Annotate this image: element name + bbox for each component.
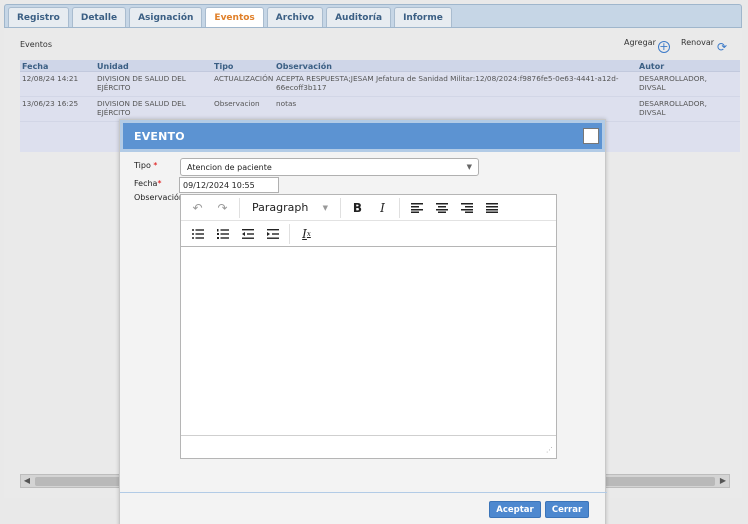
editor-toolbar-row-1: ↶ ↷ Paragraph ▼ B I	[181, 195, 556, 221]
bullet-list-icon[interactable]	[187, 224, 208, 244]
modal-title: EVENTO	[134, 129, 185, 143]
close-icon[interactable]	[583, 128, 599, 144]
tipo-value: Atencion de paciente	[187, 163, 272, 172]
editor-toolbar-row-2: Ix	[181, 221, 556, 247]
close-button[interactable]: Cerrar	[545, 501, 589, 518]
tab-detalle[interactable]: Detalle	[71, 7, 127, 27]
toolbar-divider	[399, 197, 400, 218]
fecha-label-text: Fecha	[134, 179, 158, 188]
align-justify-icon[interactable]	[481, 198, 502, 218]
outdent-icon[interactable]	[237, 224, 258, 244]
toolbar-divider	[239, 197, 240, 218]
cell-autor: DESARROLLADOR, DIVSAL	[639, 99, 707, 117]
editor-content[interactable]	[181, 247, 556, 435]
tab-informe[interactable]: Informe	[394, 7, 452, 27]
numbered-list-icon[interactable]	[212, 224, 233, 244]
cell-tipo: Observacion	[214, 99, 260, 108]
modal-footer-divider	[120, 492, 607, 493]
cell-unidad: DIVISION DE SALUD DEL EJÉRCITO	[97, 99, 186, 117]
cell-observacion: notas	[276, 99, 297, 108]
cell-autor: DESARROLLADOR, DIVSAL	[639, 74, 707, 92]
scroll-left-icon[interactable]: ◀	[21, 475, 33, 487]
required-mark: *	[157, 179, 162, 188]
clear-format-icon[interactable]: Ix	[296, 224, 317, 244]
cell-tipo: ACTUALIZACIÓN	[214, 74, 274, 83]
bold-icon[interactable]: B	[347, 198, 368, 218]
cell-fecha: 12/08/24 14:21	[22, 74, 79, 83]
tab-auditoria[interactable]: Auditoría	[326, 7, 392, 27]
italic-icon[interactable]: I	[372, 198, 393, 218]
header-tipo[interactable]: Tipo	[212, 60, 274, 71]
header-autor[interactable]: Autor	[637, 60, 727, 71]
tab-eventos[interactable]: Eventos	[205, 7, 264, 27]
tipo-label-text: Tipo	[134, 161, 151, 170]
indent-icon[interactable]	[262, 224, 283, 244]
add-label: Agregar	[624, 38, 656, 47]
tipo-select[interactable]: Atencion de paciente ▼	[180, 158, 479, 176]
header-fecha[interactable]: Fecha	[20, 60, 95, 71]
undo-icon[interactable]: ↶	[187, 198, 208, 218]
tab-registro[interactable]: Registro	[8, 7, 69, 27]
table-row[interactable]: 12/08/24 14:21 DIVISION DE SALUD DEL EJÉ…	[20, 72, 740, 97]
table-header: Fecha Unidad Tipo Observación Autor	[20, 60, 740, 72]
header-unidad[interactable]: Unidad	[95, 60, 212, 71]
observacion-label: Observación	[134, 193, 184, 202]
refresh-icon[interactable]: ⟳	[716, 41, 728, 53]
tab-asignacion[interactable]: Asignación	[129, 7, 203, 27]
chevron-down-icon: ▼	[466, 163, 472, 171]
event-modal: EVENTO Tipo * Atencion de paciente ▼ Fec…	[119, 119, 607, 524]
modal-header: EVENTO	[120, 120, 605, 152]
renew-label: Renovar	[681, 38, 715, 47]
section-title: Eventos	[20, 40, 52, 49]
add-action[interactable]: Agregar +	[624, 38, 670, 53]
fecha-input[interactable]: 09/12/2024 10:55	[179, 177, 279, 193]
header-observacion[interactable]: Observación	[274, 60, 637, 71]
required-mark: *	[153, 161, 158, 170]
editor-statusbar: ⋰	[181, 435, 556, 457]
accept-button[interactable]: Aceptar	[489, 501, 541, 518]
plus-circle-icon[interactable]: +	[657, 41, 670, 53]
format-select[interactable]: Paragraph ▼	[246, 198, 334, 218]
align-left-icon[interactable]	[406, 198, 427, 218]
toolbar-divider	[340, 197, 341, 218]
tab-archivo[interactable]: Archivo	[266, 7, 324, 27]
cell-observacion: ACEPTA RESPUESTA;JESAM Jefatura de Sanid…	[276, 74, 619, 92]
tab-bar: Registro Detalle Asignación Eventos Arch…	[0, 0, 748, 28]
redo-icon[interactable]: ↷	[212, 198, 233, 218]
tab-strip: Registro Detalle Asignación Eventos Arch…	[4, 4, 742, 28]
tabs: Registro Detalle Asignación Eventos Arch…	[8, 7, 452, 27]
align-right-icon[interactable]	[456, 198, 477, 218]
chevron-down-icon: ▼	[322, 203, 328, 212]
cell-fecha: 13/06/23 16:25	[22, 99, 79, 108]
resize-handle-icon[interactable]: ⋰	[546, 446, 553, 454]
fecha-label: Fecha*	[134, 179, 161, 188]
toolbar-divider	[289, 223, 290, 244]
cell-unidad: DIVISION DE SALUD DEL EJÉRCITO	[97, 74, 186, 92]
align-center-icon[interactable]	[431, 198, 452, 218]
format-value: Paragraph	[252, 201, 309, 214]
rich-text-editor[interactable]: ↶ ↷ Paragraph ▼ B I I x ⋰	[180, 194, 557, 459]
renew-action[interactable]: Renovar ⟳	[681, 38, 728, 53]
scroll-right-icon[interactable]: ▶	[717, 475, 729, 487]
tipo-label: Tipo *	[134, 161, 157, 170]
